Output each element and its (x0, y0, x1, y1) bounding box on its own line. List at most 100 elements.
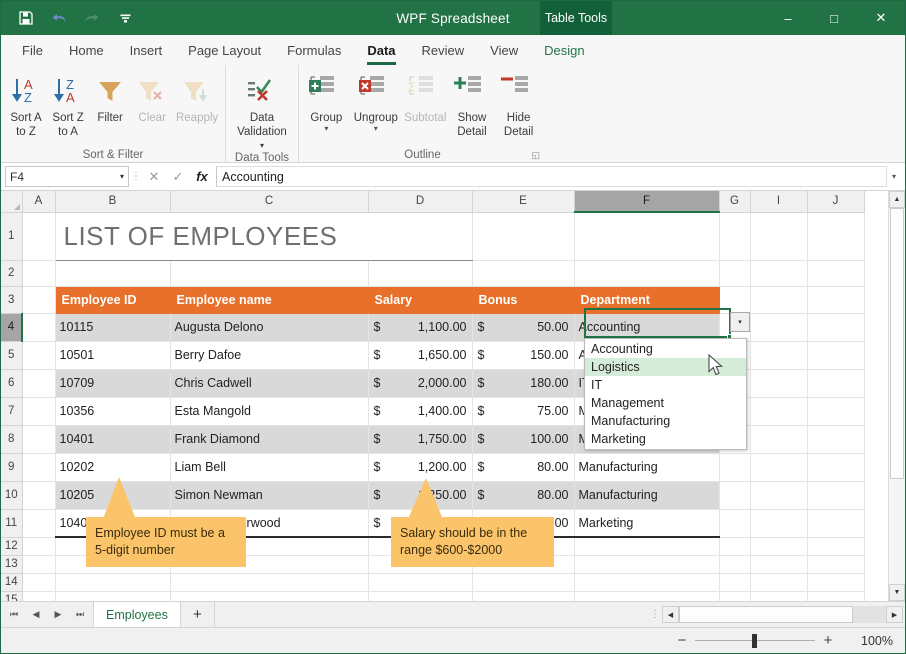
cell-g3[interactable] (719, 286, 750, 313)
chevron-down-icon[interactable]: ▾ (120, 172, 124, 181)
cell-g11[interactable] (719, 509, 750, 537)
cancel-icon[interactable]: ✕ (142, 166, 166, 188)
cell-i6[interactable] (750, 369, 807, 397)
cell-f13[interactable] (574, 555, 719, 573)
column-header-e[interactable]: E (472, 191, 574, 212)
dropdown-option-management[interactable]: Management (585, 394, 746, 412)
tab-file[interactable]: File (9, 35, 56, 65)
cell-a4[interactable] (22, 313, 55, 341)
cell-j15[interactable] (807, 591, 864, 601)
row-header-7[interactable]: 7 (1, 397, 22, 425)
zoom-slider-thumb[interactable] (752, 634, 757, 648)
tab-data[interactable]: Data (354, 35, 408, 65)
name-box[interactable]: F4 ▾ (5, 166, 129, 187)
cell-employee-name[interactable]: Augusta Delono (170, 313, 368, 341)
cell-salary[interactable]: $1,750.00 (368, 425, 472, 453)
select-all-corner[interactable] (1, 191, 22, 212)
cell-salary[interactable]: $1,100.00 (368, 313, 472, 341)
row-header-9[interactable]: 9 (1, 453, 22, 481)
cell-f15[interactable] (574, 591, 719, 601)
tab-page-layout[interactable]: Page Layout (175, 35, 274, 65)
close-button[interactable]: ✕ (857, 1, 905, 35)
horizontal-scrollbar[interactable]: ◀ ▶ (660, 602, 905, 627)
cell-d15[interactable] (368, 591, 472, 601)
cell-j1[interactable] (807, 212, 864, 260)
cell-employee-name[interactable]: Frank Diamond (170, 425, 368, 453)
row-header-6[interactable]: 6 (1, 369, 22, 397)
cell-a11[interactable] (22, 509, 55, 537)
cell-a7[interactable] (22, 397, 55, 425)
cell-employee-id[interactable]: 10356 (55, 397, 170, 425)
cell-a3[interactable] (22, 286, 55, 313)
table-header-employee-name[interactable]: Employee name (170, 286, 368, 313)
sheet-tab-employees[interactable]: Employees (93, 602, 181, 627)
prev-sheet-icon[interactable]: ◀ (25, 603, 47, 627)
cell-j10[interactable] (807, 481, 864, 509)
group-button[interactable]: Group ▾ (303, 69, 350, 133)
cell-employee-name[interactable]: Chris Cadwell (170, 369, 368, 397)
save-icon[interactable] (15, 6, 37, 30)
cell-department[interactable]: Manufacturing (574, 481, 719, 509)
ungroup-button[interactable]: Ungroup ▾ (350, 69, 402, 133)
cell-e2[interactable] (472, 260, 574, 286)
cell-j14[interactable] (807, 573, 864, 591)
cell-a5[interactable] (22, 341, 55, 369)
row-header-12[interactable]: 12 (1, 537, 22, 555)
cell-bonus[interactable]: $150.00 (472, 341, 574, 369)
cell-a14[interactable] (22, 573, 55, 591)
cell-i1[interactable] (750, 212, 807, 260)
zoom-in-button[interactable]: + (815, 632, 841, 649)
row-header-3[interactable]: 3 (1, 286, 22, 313)
cell-department-selected[interactable]: Accounting (574, 313, 719, 341)
cell-bonus[interactable]: $80.00 (472, 481, 574, 509)
row-header-11[interactable]: 11 (1, 509, 22, 537)
tab-view[interactable]: View (477, 35, 531, 65)
cell-d1[interactable] (368, 212, 472, 260)
cell-j12[interactable] (807, 537, 864, 555)
column-header-d[interactable]: D (368, 191, 472, 212)
expand-formula-bar-icon[interactable]: ▾ (887, 172, 901, 181)
cell-employee-id[interactable]: 10709 (55, 369, 170, 397)
sort-a-to-z-button[interactable]: A Z Sort A to Z (5, 69, 47, 139)
cell-a13[interactable] (22, 555, 55, 573)
cell-c14[interactable] (170, 573, 368, 591)
column-header-j[interactable]: J (807, 191, 864, 212)
cell-c15[interactable] (170, 591, 368, 601)
cell-g10[interactable] (719, 481, 750, 509)
table-header-department[interactable]: Department (574, 286, 719, 313)
column-header-g[interactable]: G (719, 191, 750, 212)
column-header-b[interactable]: B (55, 191, 170, 212)
column-header-f[interactable]: F (574, 191, 719, 212)
cell-f1[interactable] (574, 212, 719, 260)
zoom-slider[interactable] (695, 634, 815, 648)
cell-j3[interactable] (807, 286, 864, 313)
horizontal-split-grip[interactable]: ⋮ (650, 602, 660, 627)
cell-i13[interactable] (750, 555, 807, 573)
vertical-scroll-thumb[interactable] (890, 208, 904, 479)
cell-e15[interactable] (472, 591, 574, 601)
subtotal-button[interactable]: Σ Subtotal (402, 69, 449, 125)
cell-i9[interactable] (750, 453, 807, 481)
cell-employee-id[interactable]: 10401 (55, 425, 170, 453)
cell-b14[interactable] (55, 573, 170, 591)
scroll-left-icon[interactable]: ◀ (662, 606, 679, 623)
enter-icon[interactable]: ✓ (166, 166, 190, 188)
column-header-c[interactable]: C (170, 191, 368, 212)
cell-f2[interactable] (574, 260, 719, 286)
cell-g15[interactable] (719, 591, 750, 601)
cell-i15[interactable] (750, 591, 807, 601)
cell-salary[interactable]: $1,400.00 (368, 397, 472, 425)
tab-design[interactable]: Design (531, 35, 597, 65)
cell-f12[interactable] (574, 537, 719, 555)
row-header-5[interactable]: 5 (1, 341, 22, 369)
cell-bonus[interactable]: $100.00 (472, 425, 574, 453)
data-validation-dropdown-button[interactable]: ▾ (730, 312, 750, 332)
tab-home[interactable]: Home (56, 35, 117, 65)
cell-bonus[interactable]: $180.00 (472, 369, 574, 397)
row-header-2[interactable]: 2 (1, 260, 22, 286)
vertical-scroll-track[interactable] (889, 208, 905, 584)
cell-j4[interactable] (807, 313, 864, 341)
next-sheet-icon[interactable]: ▶ (47, 603, 69, 627)
cell-salary[interactable]: $1,650.00 (368, 341, 472, 369)
insert-function-icon[interactable]: fx (190, 166, 214, 188)
